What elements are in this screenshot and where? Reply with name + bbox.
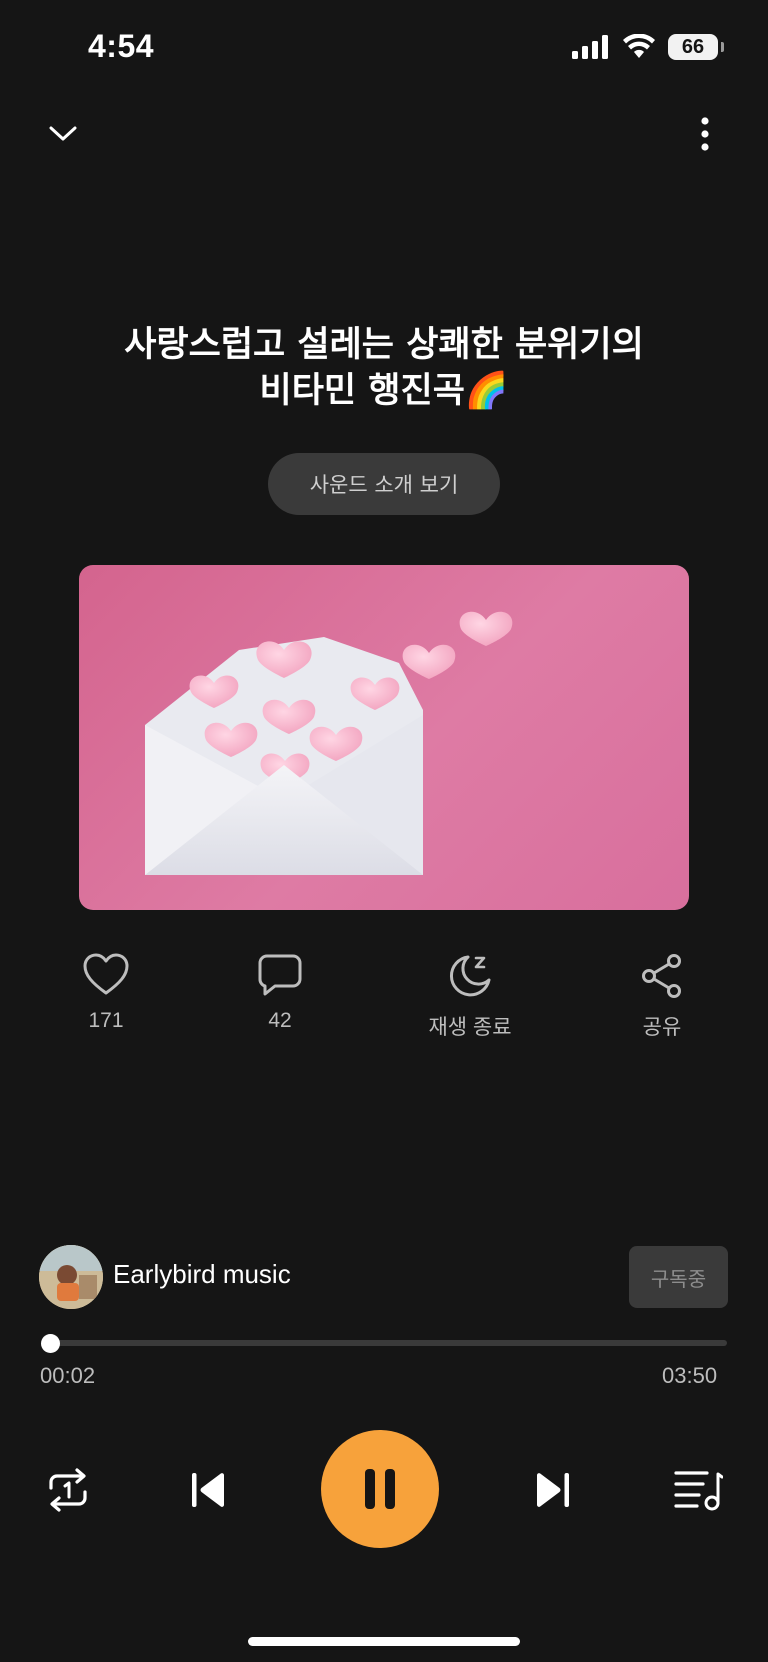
sleep-timer-action[interactable]: 재생 종료	[390, 953, 550, 1041]
next-button[interactable]	[523, 1460, 583, 1520]
like-action[interactable]: 171	[26, 953, 186, 1033]
album-artwork	[79, 565, 689, 910]
elapsed-time: 00:02	[40, 1363, 96, 1388]
home-indicator	[248, 1637, 520, 1646]
share-action[interactable]: 공유	[582, 953, 742, 1041]
chevron-down-icon	[49, 126, 77, 141]
track-title-line1: 사랑스럽고 설레는 상쾌한 분위기의	[124, 325, 644, 365]
skip-previous-icon	[192, 1473, 224, 1507]
envelope-hearts-image	[145, 611, 513, 875]
repeat-one-icon	[49, 1468, 87, 1512]
status-time: 4:54	[88, 28, 155, 64]
subscribe-button[interactable]: 구독중	[629, 1246, 728, 1308]
collapse-button[interactable]	[37, 108, 89, 160]
playlist-button[interactable]	[668, 1460, 728, 1520]
playlist-icon	[674, 1471, 723, 1511]
progress-bar[interactable]	[50, 1340, 727, 1346]
heart-icon	[83, 953, 129, 995]
repeat-one-button[interactable]	[38, 1460, 98, 1520]
comment-action[interactable]: 42	[200, 953, 360, 1033]
more-options-button[interactable]	[679, 108, 731, 160]
avatar-image	[39, 1245, 103, 1309]
total-duration: 03:50	[662, 1363, 718, 1388]
share-label: 공유	[642, 1016, 682, 1039]
track-title: 사랑스럽고 설레는 상쾌한 분위기의 비타민 행진곡🌈	[60, 322, 708, 414]
moon-sleep-icon	[450, 955, 491, 997]
progress-handle[interactable]	[41, 1334, 60, 1353]
sound-intro-button[interactable]: 사운드 소개 보기	[268, 453, 500, 515]
track-title-line2: 비타민 행진곡🌈	[259, 371, 509, 411]
comment-count: 42	[268, 1009, 292, 1032]
like-count: 171	[88, 1009, 124, 1032]
sleep-timer-label: 재생 종료	[428, 1016, 512, 1039]
battery-indicator: 66	[668, 34, 724, 60]
status-icons: 66	[572, 34, 724, 60]
pause-button[interactable]	[321, 1430, 439, 1548]
channel-name[interactable]: Earlybird music	[113, 1259, 291, 1290]
battery-level: 66	[681, 35, 705, 58]
skip-next-icon	[537, 1473, 569, 1507]
share-icon	[642, 954, 681, 998]
channel-avatar[interactable]	[39, 1245, 103, 1309]
pause-icon	[365, 1469, 395, 1509]
wifi-icon	[623, 34, 655, 58]
cellular-signal-icon	[572, 35, 608, 59]
more-vertical-icon	[701, 117, 709, 151]
comment-icon	[258, 954, 302, 996]
previous-button[interactable]	[178, 1460, 238, 1520]
